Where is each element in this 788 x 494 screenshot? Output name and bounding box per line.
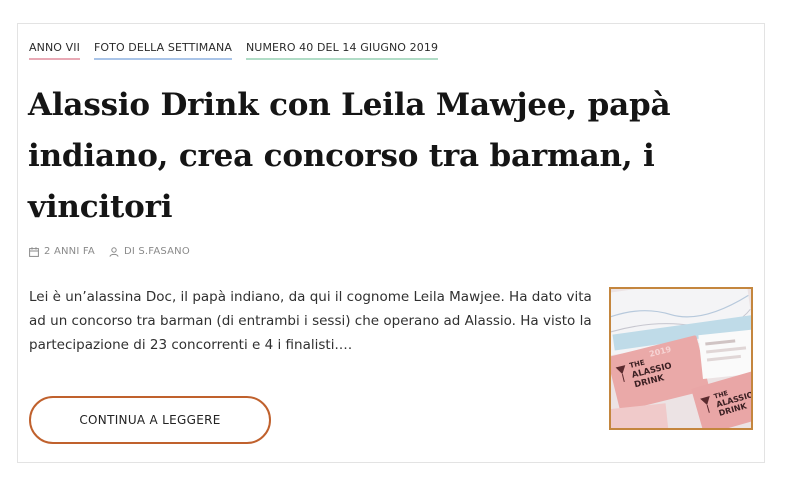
meta-author[interactable]: DI S.FASANO (109, 246, 190, 257)
category-tag-foto[interactable]: FOTO DELLA SETTIMANA (93, 41, 232, 60)
article-title[interactable]: Alassio Drink con Leila Mawjee, papà ind… (28, 80, 688, 233)
user-icon (109, 246, 119, 257)
article-thumbnail[interactable]: THE ALASSIO DRINK 2019 THE ALASSIO DRINK (609, 287, 753, 430)
category-tag-anno[interactable]: ANNO VII (29, 41, 80, 60)
article-excerpt: Lei è un’alassina Doc, il papà indiano, … (29, 289, 592, 353)
continue-reading-button[interactable]: CONTINUA A LEGGERE (29, 396, 271, 444)
category-tag-numero[interactable]: NUMERO 40 DEL 14 GIUGNO 2019 (245, 41, 439, 60)
calendar-icon (29, 246, 39, 257)
meta-author-label: DI S.FASANO (123, 246, 190, 257)
category-list: ANNO VII FOTO DELLA SETTIMANA NUMERO 40 … (29, 41, 439, 60)
article-meta: 2 ANNI FA DI S.FASANO (29, 246, 190, 257)
meta-date: 2 ANNI FA (29, 246, 95, 257)
meta-date-label: 2 ANNI FA (44, 246, 95, 257)
article-card: ANNO VII FOTO DELLA SETTIMANA NUMERO 40 … (17, 23, 765, 463)
